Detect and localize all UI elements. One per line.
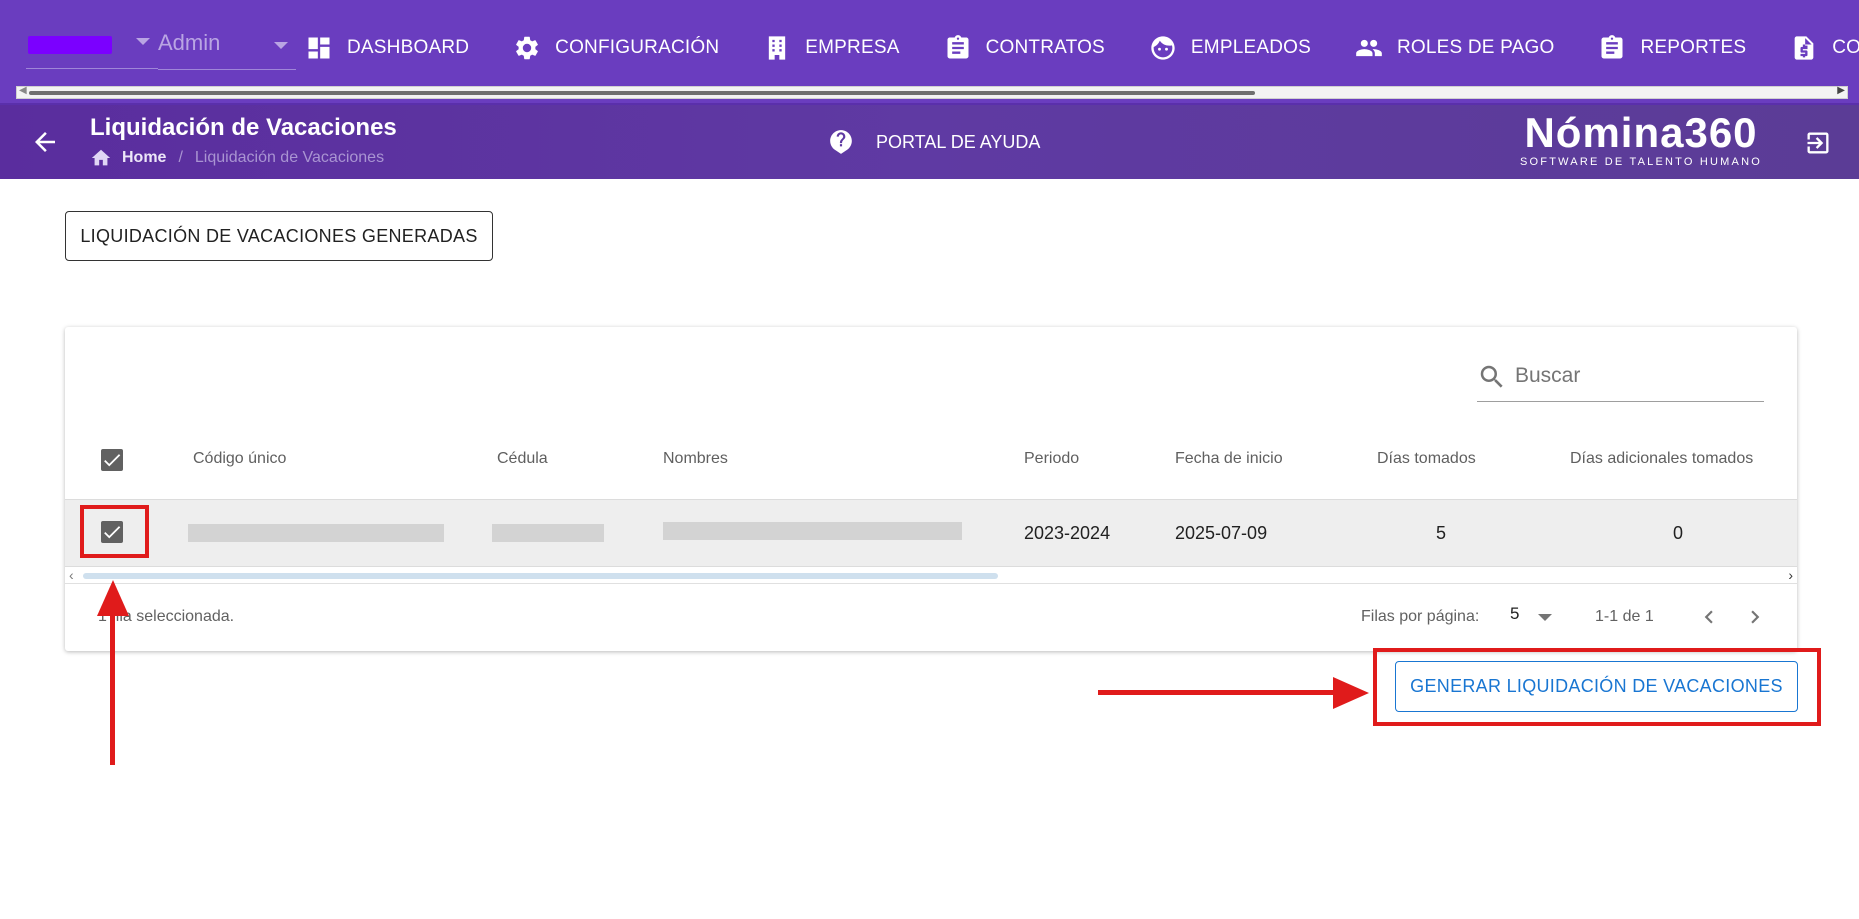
group-icon (1356, 39, 1382, 57)
clipboard-icon (947, 35, 969, 59)
main-nav: DASHBOARD CONFIGURACIÓN EMPRESA CONTRATO… (305, 30, 1859, 66)
page-range: 1-1 de 1 (1595, 608, 1654, 625)
dollar-file-icon (1794, 36, 1814, 60)
nav-reportes[interactable]: REPORTES (1598, 34, 1746, 62)
scroll-right-icon[interactable]: ▶ (1837, 85, 1845, 96)
breadcrumb: Home / Liquidación de Vacaciones (90, 147, 384, 169)
navbar-scrollbar-thumb[interactable] (29, 91, 1255, 95)
table-scrollbar-thumb[interactable] (83, 573, 998, 579)
previous-page-button[interactable] (1696, 604, 1722, 630)
rows-per-page-value: 5 (1510, 604, 1520, 623)
company-select[interactable] (26, 32, 156, 68)
nav-dashboard-label: DASHBOARD (347, 37, 470, 58)
check-icon (104, 454, 121, 467)
nav-contratos[interactable]: CONTRATOS (944, 34, 1105, 62)
nav-costos[interactable]: COSTOS (1790, 34, 1859, 62)
chevron-down-icon (274, 42, 288, 49)
company-select-underline (26, 68, 158, 69)
breadcrumb-separator: / (178, 149, 183, 166)
table-scrollbar[interactable]: ‹ › (65, 567, 1797, 584)
back-button[interactable] (30, 127, 60, 157)
brand-tagline: SOFTWARE DE TALENTO HUMANO (1520, 156, 1762, 168)
logout-button[interactable] (1804, 129, 1832, 157)
help-portal-link[interactable]: PORTAL DE AYUDA (828, 129, 1040, 155)
chevron-right-icon (1751, 610, 1760, 624)
navbar-scrollbar[interactable]: ◀ ▶ (16, 85, 1848, 99)
face-icon (1151, 36, 1175, 60)
nav-empresa-label: EMPRESA (805, 37, 900, 58)
page-title: Liquidación de Vacaciones (90, 114, 397, 141)
breadcrumb-home[interactable]: Home (122, 149, 166, 167)
chevron-down-icon (1538, 614, 1552, 621)
search-field[interactable] (1477, 350, 1764, 402)
cell-periodo: 2023-2024 (1024, 523, 1111, 543)
arrow-left-icon (35, 132, 55, 152)
generated-liquidations-button[interactable]: LIQUIDACIÓN DE VACACIONES GENERADAS (65, 211, 493, 261)
nav-roles-de-pago-label: ROLES DE PAGO (1396, 37, 1555, 58)
column-header-periodo[interactable]: Periodo (1024, 450, 1079, 468)
cell-dias-tomados: 5 (1436, 523, 1447, 543)
scroll-left-icon[interactable]: ◀ (19, 85, 27, 96)
nav-empleados-label: EMPLEADOS (1190, 37, 1311, 58)
home-icon (91, 149, 111, 166)
brand-name: Nómina360 (1524, 109, 1758, 156)
help-portal-label: PORTAL DE AYUDA (876, 131, 1041, 152)
company-name-redacted (28, 36, 112, 54)
column-header-fecha-inicio[interactable]: Fecha de inicio (1175, 450, 1283, 468)
chevron-down-icon (136, 38, 150, 45)
column-header-nombres[interactable]: Nombres (663, 450, 728, 468)
nav-empleados[interactable]: EMPLEADOS (1149, 34, 1311, 62)
annotation-arrow-head-up (97, 580, 129, 616)
breadcrumb-current: Liquidación de Vacaciones (194, 149, 385, 166)
column-header-cedula[interactable]: Cédula (497, 450, 548, 468)
search-input[interactable] (1515, 360, 1755, 392)
annotation-arrow-shaft-right (1098, 690, 1338, 695)
nav-contratos-label: CONTRATOS (985, 37, 1105, 58)
rows-per-page-label: Filas por página: (1361, 608, 1480, 625)
nav-empresa[interactable]: EMPRESA (763, 34, 899, 62)
redacted-cedula (492, 524, 604, 542)
column-header-dias-tomados[interactable]: Días tomados (1377, 450, 1476, 468)
rows-per-page-select[interactable]: 5 (1510, 604, 1554, 630)
help-bubble-icon (830, 130, 852, 154)
redacted-nombres (663, 522, 962, 540)
clipboard-list-icon (1601, 35, 1623, 59)
annotation-highlight-checkbox (80, 505, 149, 558)
nav-configuracion-label: CONFIGURACIÓN (555, 37, 720, 58)
logout-icon (1807, 132, 1829, 154)
annotation-arrow-head-right (1333, 677, 1369, 709)
nav-roles-de-pago[interactable]: ROLES DE PAGO (1355, 34, 1554, 62)
brand-logo: Nómina360 SOFTWARE DE TALENTO HUMANO (1518, 109, 1764, 169)
select-all-checkbox[interactable] (101, 449, 123, 471)
top-navbar: Admin DASHBOARD CONFIGURACIÓN EMPRESA CO… (0, 0, 1859, 105)
nav-costos-label: COSTOS (1832, 37, 1859, 58)
redacted-codigo (188, 524, 444, 542)
dashboard-icon (308, 37, 330, 59)
chevron-left-icon[interactable]: ‹ (69, 567, 74, 583)
nav-dashboard[interactable]: DASHBOARD (305, 34, 469, 62)
building-icon (769, 36, 786, 60)
chevron-left-icon (1704, 610, 1713, 624)
chevron-right-icon[interactable]: › (1788, 567, 1793, 583)
column-header-codigo[interactable]: Código único (193, 450, 286, 468)
role-select-value: Admin (158, 30, 221, 55)
nav-configuracion[interactable]: CONFIGURACIÓN (513, 34, 719, 62)
nav-reportes-label: REPORTES (1640, 37, 1747, 58)
annotation-arrow-shaft-up (110, 612, 115, 765)
cell-fecha-inicio: 2025-07-09 (1175, 523, 1268, 543)
cell-dias-adicionales: 0 (1673, 523, 1684, 543)
annotation-highlight-generate-button (1373, 648, 1821, 726)
page-header: Liquidación de Vacaciones Home / Liquida… (0, 105, 1859, 179)
role-select[interactable]: Admin (158, 26, 296, 70)
next-page-button[interactable] (1742, 604, 1768, 630)
gear-icon (516, 36, 539, 60)
search-icon (1480, 365, 1503, 388)
column-header-dias-adicionales[interactable]: Días adicionales tomados (1570, 450, 1753, 468)
